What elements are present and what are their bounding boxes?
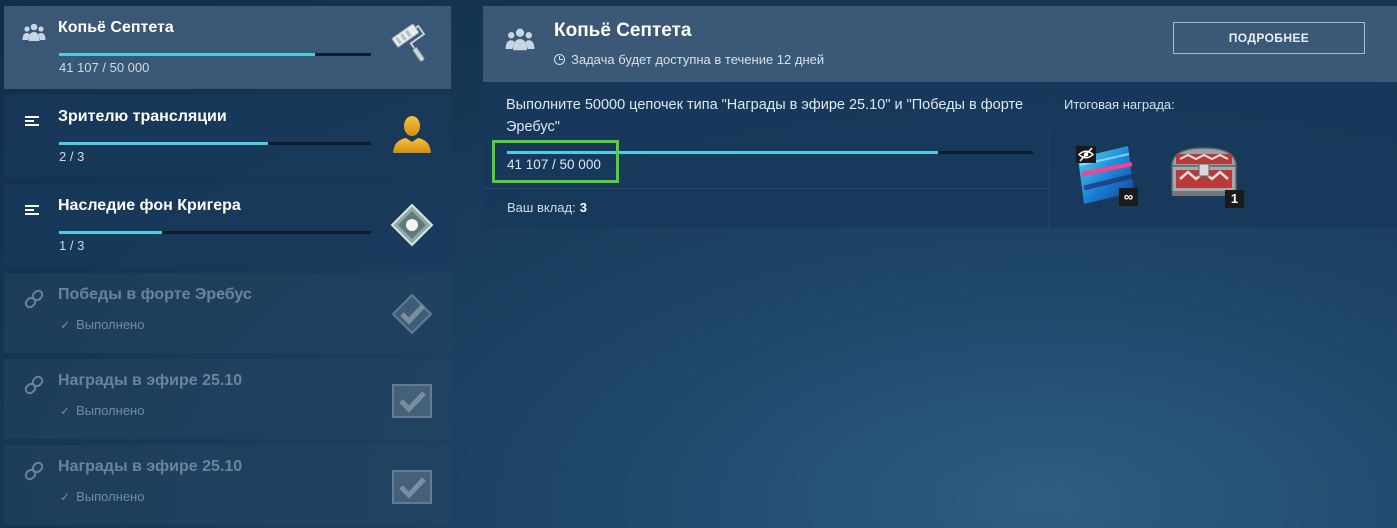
divider xyxy=(483,188,1048,189)
task-item-zritelyu-translyatsii[interactable]: Зрителю трансляции 2 / 3 xyxy=(4,95,451,177)
task-completed-status: ✓ Выполнено xyxy=(60,403,144,418)
check-box-icon xyxy=(392,384,432,418)
task-progress-fill xyxy=(59,53,315,56)
task-item-kopye-septeta[interactable]: Копьё Септета 41 107 / 50 000 xyxy=(4,6,451,89)
task-progress-text: 1 / 3 xyxy=(59,238,85,253)
task-title: Копьё Септета xyxy=(58,19,174,36)
progress-highlight-box xyxy=(492,140,619,183)
contribution-value: 3 xyxy=(579,200,587,215)
detail-availability: Задача будет доступна в течение 12 дней xyxy=(554,52,824,67)
task-progress-bar xyxy=(59,53,371,56)
task-title: Зрителю трансляции xyxy=(58,108,227,125)
paint-roller-icon xyxy=(391,23,426,62)
reward-title: Итоговая награда: xyxy=(1064,97,1175,112)
task-progress-bar xyxy=(59,231,371,234)
list-icon xyxy=(25,205,39,215)
link-icon xyxy=(24,461,44,481)
task-progress-text: 2 / 3 xyxy=(59,149,85,164)
diamond-badge-icon xyxy=(390,203,434,247)
task-progress-bar xyxy=(59,142,371,145)
task-status-text: Выполнено xyxy=(76,403,145,418)
link-icon xyxy=(24,289,44,309)
reward-quantity: ∞ xyxy=(1119,188,1138,206)
task-item-nasledie-fon-krigera[interactable]: Наследие фон Кригера 1 / 3 xyxy=(4,184,451,266)
task-status-text: Выполнено xyxy=(76,489,145,504)
detail-title: Копьё Септета xyxy=(554,20,692,41)
task-completed-status: ✓ Выполнено xyxy=(60,489,144,504)
contribution-label: Ваш вклад: xyxy=(507,200,576,215)
group-icon xyxy=(22,23,46,41)
task-status-text: Выполнено xyxy=(76,317,145,332)
task-item-pobedy-v-forte-erebus[interactable]: Победы в форте Эребус ✓ Выполнено xyxy=(4,273,451,353)
user-avatar-icon xyxy=(393,116,431,153)
task-detail-header: Копьё Септета Задача будет доступна в те… xyxy=(483,6,1397,82)
task-progress-fill xyxy=(59,142,269,145)
group-icon xyxy=(505,28,535,51)
task-item-nagrady-v-efire-2[interactable]: Награды в эфире 25.10 ✓ Выполнено xyxy=(4,445,451,525)
check-icon: ✓ xyxy=(60,318,71,332)
check-badge-icon xyxy=(391,293,433,335)
task-description: Выполните 50000 цепочек типа "Награды в … xyxy=(506,97,1024,135)
check-box-icon xyxy=(392,470,432,504)
task-title: Победы в форте Эребус xyxy=(58,286,252,303)
task-title: Награды в эфире 25.10 xyxy=(58,372,243,389)
more-details-button[interactable]: ПОДРОБНЕЕ xyxy=(1173,22,1365,54)
link-icon xyxy=(24,375,44,395)
task-completed-status: ✓ Выполнено xyxy=(60,317,144,332)
hidden-eye-icon xyxy=(1076,146,1096,163)
task-title: Наследие фон Кригера xyxy=(58,197,241,214)
task-detail-body: Выполните 50000 цепочек типа "Награды в … xyxy=(483,84,1048,228)
contribution: Ваш вклад: 3 xyxy=(507,200,587,215)
check-icon: ✓ xyxy=(60,404,71,418)
list-icon xyxy=(25,116,39,126)
task-progress-text: 41 107 / 50 000 xyxy=(59,60,150,75)
clock-icon xyxy=(554,54,565,65)
reward-item-camouflage[interactable]: ∞ xyxy=(1076,146,1138,206)
task-progress-fill xyxy=(59,231,162,234)
task-title: Награды в эфире 25.10 xyxy=(58,458,243,475)
reward-item-chest[interactable]: 1 xyxy=(1166,144,1244,208)
final-reward-panel: Итоговая награда: ∞ 1 xyxy=(1050,84,1397,228)
reward-quantity: 1 xyxy=(1225,190,1244,208)
availability-text: Задача будет доступна в течение 12 дней xyxy=(571,52,825,67)
check-icon: ✓ xyxy=(60,490,71,504)
task-item-nagrady-v-efire-1[interactable]: Награды в эфире 25.10 ✓ Выполнено xyxy=(4,359,451,439)
